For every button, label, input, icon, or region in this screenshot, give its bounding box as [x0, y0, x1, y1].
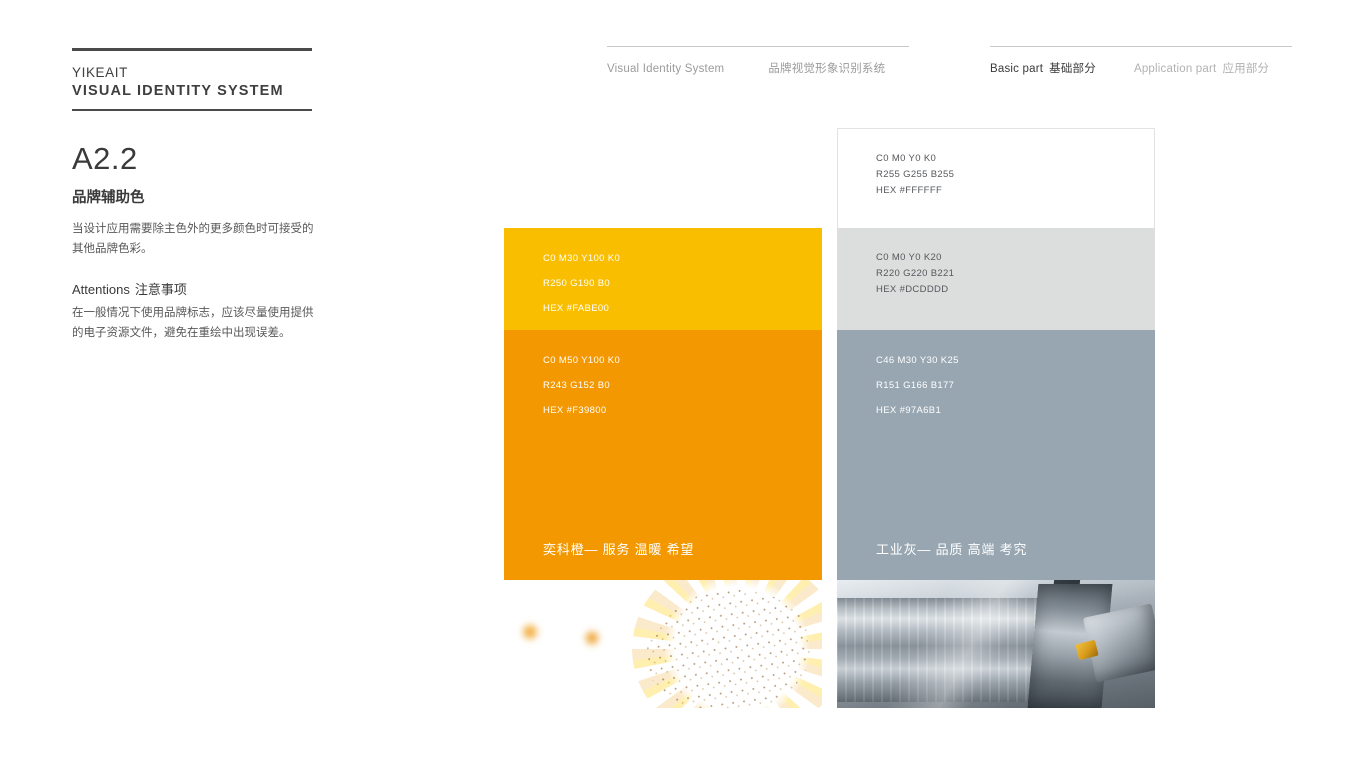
swatch-blue-gray-hex: HEX #97A6B1: [876, 405, 942, 416]
logo-text: YIKEAIT VISUAL IDENTITY SYSTEM: [72, 51, 312, 109]
swatch-white-specs: C0 M0 Y0 K0 R255 G255 B255 HEX #FFFFFF: [876, 153, 954, 201]
swatch-white-rgb: R255 G255 B255: [876, 169, 955, 180]
nav-tab-basic-cn: 基础部分: [1049, 63, 1096, 75]
attentions-heading: Attentions 注意事项: [72, 281, 320, 299]
nav-rule-right: [990, 46, 1292, 47]
swatch-column-gray: C0 M0 Y0 K0 R255 G255 B255 HEX #FFFFFF C…: [837, 128, 1155, 708]
nav-rule-left: [607, 46, 909, 47]
swatch-blue-gray[interactable]: C46 M30 Y30 K25 R151 G166 B177 HEX #97A6…: [837, 330, 1155, 580]
swatch-light-gray-rgb: R220 G220 B221: [876, 268, 955, 279]
brand-system-name: VISUAL IDENTITY SYSTEM: [72, 83, 284, 99]
swatch-light-gray[interactable]: C0 M0 Y0 K20 R220 G220 B221 HEX #DCDDDD: [837, 228, 1155, 330]
swatch-yellow-cmyk: C0 M30 Y100 K0: [543, 253, 621, 264]
nav-group-title: Visual Identity System 品牌视觉形象识别系统: [607, 46, 909, 76]
swatch-yellow-hex: HEX #FABE00: [543, 303, 610, 314]
swatch-white[interactable]: C0 M0 Y0 K0 R255 G255 B255 HEX #FFFFFF: [837, 128, 1155, 228]
swatch-white-hex: HEX #FFFFFF: [876, 185, 943, 196]
section-subtitle: 品牌辅助色: [72, 190, 145, 206]
swatch-yellow-rgb: R250 G190 B0: [543, 278, 611, 289]
section-description: 当设计应用需要除主色外的更多颜色时可接受的其他品牌色彩。: [72, 223, 314, 255]
nav-items-left: Visual Identity System 品牌视觉形象识别系统: [607, 60, 909, 76]
nav-tab-application-cn: 应用部分: [1222, 63, 1270, 75]
swatch-orange-hex: HEX #F39800: [543, 405, 607, 416]
metal-machining-photo: [837, 580, 1155, 708]
swatch-column-orange: C0 M30 Y100 K0 R250 G190 B0 HEX #FABE00 …: [504, 228, 822, 708]
sunflower-photo: [504, 580, 822, 708]
swatch-blue-gray-cmyk: C46 M30 Y30 K25: [876, 355, 959, 366]
vi-guideline-page: YIKEAIT VISUAL IDENTITY SYSTEM Visual Id…: [0, 0, 1366, 768]
brand-name: YIKEAIT: [72, 65, 128, 80]
nav-tab-basic-en: Basic part: [990, 63, 1044, 75]
logo-rule-bottom: [72, 109, 312, 111]
swatch-light-gray-specs: C0 M0 Y0 K20 R220 G220 B221 HEX #DCDDDD: [876, 252, 954, 300]
section-info: A2.2 品牌辅助色 当设计应用需要除主色外的更多颜色时可接受的其他品牌色彩。 …: [72, 141, 320, 343]
swatch-orange[interactable]: C0 M50 Y100 K0 R243 G152 B0 HEX #F39800 …: [504, 330, 822, 580]
attentions-heading-en: Attentions: [72, 282, 130, 297]
section-code: A2.2: [72, 141, 138, 176]
nav-label-system-en: Visual Identity System: [607, 63, 725, 75]
swatch-yellow[interactable]: C0 M30 Y100 K0 R250 G190 B0 HEX #FABE00: [504, 228, 822, 330]
nav-tab-application-part[interactable]: Application part 应用部分: [1134, 60, 1269, 76]
swatch-light-gray-cmyk: C0 M0 Y0 K20: [876, 252, 942, 263]
swatch-blue-gray-specs: C46 M30 Y30 K25 R151 G166 B177 HEX #97A6…: [876, 355, 959, 430]
swatch-orange-cmyk: C0 M50 Y100 K0: [543, 355, 621, 366]
nav-group-sections: Basic part 基础部分 Application part 应用部分: [990, 46, 1292, 76]
nav-items-right: Basic part 基础部分 Application part 应用部分: [990, 60, 1292, 76]
attentions-heading-cn: 注意事项: [134, 282, 187, 297]
metal-specular-highlight: [837, 580, 1155, 708]
attentions-description: 在一般情况下使用品牌标志，应该尽量使用提供的电子资源文件，避免在重绘中出现误差。: [72, 307, 314, 339]
swatch-orange-specs: C0 M50 Y100 K0 R243 G152 B0 HEX #F39800: [543, 355, 620, 430]
swatch-blue-gray-name: 工业灰— 品质 高端 考究: [876, 542, 1028, 557]
swatch-white-cmyk: C0 M0 Y0 K0: [876, 153, 937, 164]
nav-tab-application-en: Application part: [1133, 63, 1217, 75]
swatch-blue-gray-rgb: R151 G166 B177: [876, 380, 955, 391]
swatch-yellow-specs: C0 M30 Y100 K0 R250 G190 B0 HEX #FABE00: [543, 253, 620, 328]
swatch-light-gray-hex: HEX #DCDDDD: [876, 284, 949, 295]
nav-label-system-cn: 品牌视觉形象识别系统: [768, 63, 886, 75]
swatch-orange-name: 奕科橙— 服务 温暖 希望: [543, 542, 695, 557]
nav-tab-basic-part[interactable]: Basic part 基础部分: [990, 60, 1096, 76]
swatch-orange-rgb: R243 G152 B0: [543, 380, 611, 391]
brand-logo-block: YIKEAIT VISUAL IDENTITY SYSTEM: [72, 48, 312, 111]
